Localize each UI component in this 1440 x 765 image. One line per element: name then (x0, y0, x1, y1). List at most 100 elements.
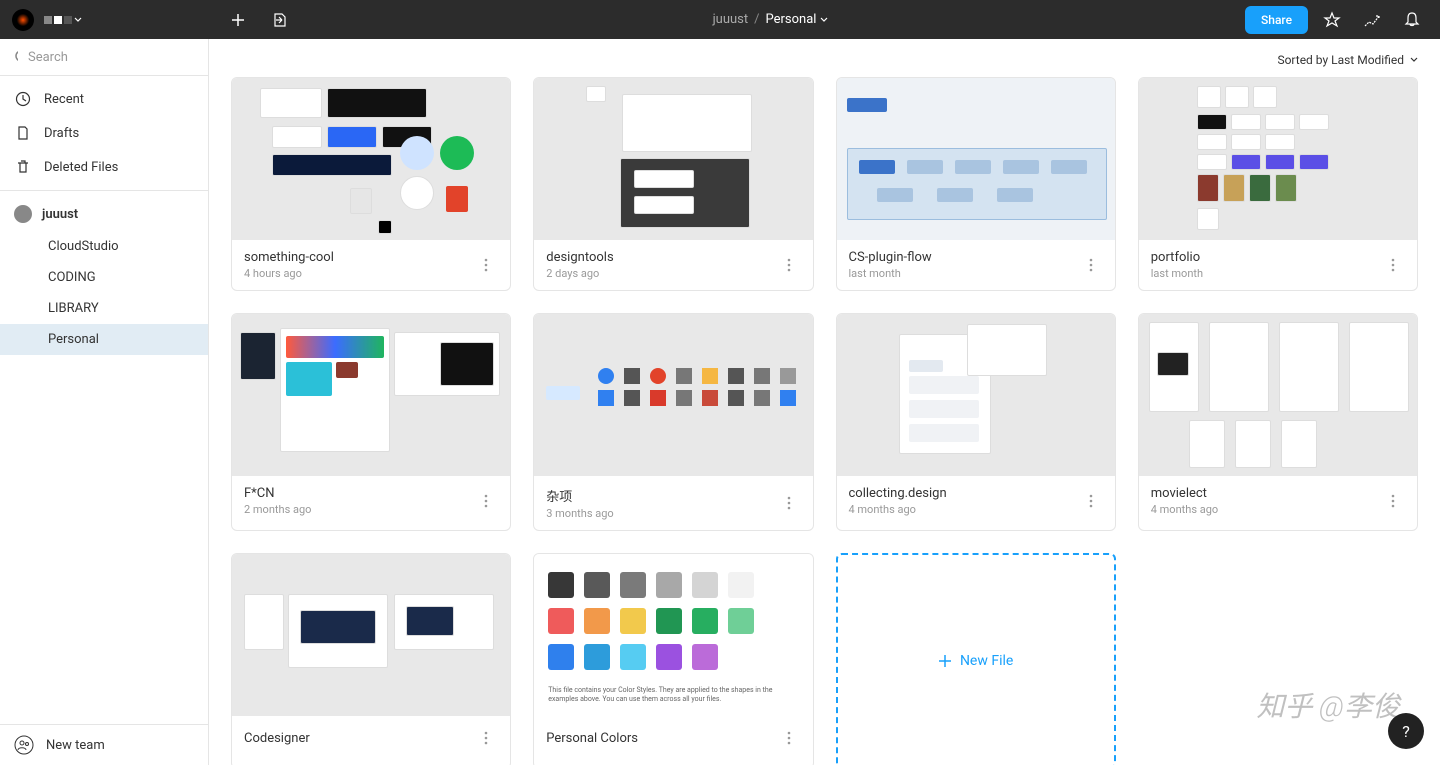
file-thumbnail (837, 78, 1115, 240)
nav-deleted-label: Deleted Files (44, 160, 118, 175)
notifications-button[interactable] (1396, 4, 1428, 36)
team-project-library[interactable]: LIBRARY (0, 293, 208, 324)
file-title: 杂项 (546, 486, 613, 505)
file-more-button[interactable] (474, 726, 498, 750)
help-button[interactable]: ? (1388, 713, 1424, 749)
file-more-button[interactable] (1079, 253, 1103, 277)
file-more-button[interactable] (474, 253, 498, 277)
file-more-button[interactable] (777, 726, 801, 750)
file-title: collecting.design (849, 486, 947, 501)
file-card[interactable]: collecting.design 4 months ago (836, 313, 1116, 531)
team-project-personal[interactable]: Personal (0, 324, 208, 355)
kebab-icon (787, 731, 791, 745)
kebab-icon (484, 731, 488, 745)
kebab-icon (1391, 494, 1395, 508)
file-thumbnail (534, 314, 812, 476)
activity-icon (1363, 11, 1381, 29)
file-more-button[interactable] (1381, 489, 1405, 513)
file-title: designtools (546, 250, 613, 265)
file-card[interactable]: movielect 4 months ago (1138, 313, 1418, 531)
file-title: F*CN (244, 486, 311, 501)
star-icon (1323, 11, 1341, 29)
favorite-button[interactable] (1316, 4, 1348, 36)
file-title: CS-plugin-flow (849, 250, 932, 265)
new-file-card[interactable]: New File (836, 553, 1116, 765)
new-team-button[interactable]: New team (0, 724, 208, 765)
kebab-icon (1089, 494, 1093, 508)
file-thumbnail (232, 554, 510, 716)
team-project-coding[interactable]: CODING (0, 262, 208, 293)
file-title: Personal Colors (546, 731, 638, 746)
nav-drafts[interactable]: Drafts (0, 116, 208, 150)
file-time: 2 months ago (244, 503, 311, 516)
file-card[interactable]: Codesigner (231, 553, 511, 765)
team-project-cloudstudio[interactable]: CloudStudio (0, 231, 208, 262)
file-thumbnail (232, 78, 510, 240)
file-time: last month (849, 267, 932, 280)
chevron-down-icon (1410, 56, 1418, 64)
sidebar: Recent Drafts Deleted Files juuust Cloud… (0, 39, 209, 765)
import-button[interactable] (264, 4, 296, 36)
file-card[interactable]: something-cool 4 hours ago (231, 77, 511, 291)
file-more-button[interactable] (1079, 489, 1103, 513)
team-dropdown[interactable] (44, 14, 82, 26)
file-grid: something-cool 4 hours ago des (209, 77, 1440, 765)
clock-icon (14, 90, 32, 108)
plus-icon (938, 654, 952, 668)
content-area: Sorted by Last Modified (209, 39, 1440, 765)
nav-drafts-label: Drafts (44, 126, 79, 141)
kebab-icon (1089, 258, 1093, 272)
team-avatar (14, 205, 32, 223)
import-icon (272, 12, 288, 28)
app-logo[interactable] (12, 9, 34, 31)
nav-deleted[interactable]: Deleted Files (0, 150, 208, 184)
file-more-button[interactable] (777, 491, 801, 515)
file-card[interactable]: CS-plugin-flow last month (836, 77, 1116, 291)
share-button[interactable]: Share (1245, 6, 1308, 34)
file-time: 4 months ago (1151, 503, 1218, 516)
file-thumbnail (232, 314, 510, 476)
file-thumbnail (1139, 314, 1417, 476)
search-input[interactable] (28, 50, 194, 65)
nav-recent[interactable]: Recent (0, 82, 208, 116)
file-thumbnail (837, 314, 1115, 476)
breadcrumb-current[interactable]: Personal (766, 12, 829, 27)
file-time: 3 months ago (546, 507, 613, 520)
file-more-button[interactable] (474, 489, 498, 513)
chevron-down-icon (74, 16, 82, 24)
file-card[interactable]: This file contains your Color Styles. Th… (533, 553, 813, 765)
file-more-button[interactable] (1381, 253, 1405, 277)
breadcrumb-current-label: Personal (766, 12, 817, 27)
file-card[interactable]: portfolio last month (1138, 77, 1418, 291)
file-card[interactable]: F*CN 2 months ago (231, 313, 511, 531)
colors-caption: This file contains your Color Styles. Th… (534, 684, 812, 712)
file-icon (14, 124, 32, 142)
chevron-down-icon (820, 16, 828, 24)
file-thumbnail: This file contains your Color Styles. Th… (534, 554, 812, 716)
kebab-icon (484, 494, 488, 508)
kebab-icon (484, 258, 488, 272)
file-title: movielect (1151, 486, 1218, 501)
search-wrap (0, 39, 208, 76)
new-file-button[interactable] (222, 4, 254, 36)
file-time: 4 months ago (849, 503, 947, 516)
trash-icon (14, 158, 32, 176)
breadcrumb-parent[interactable]: juuust (713, 12, 749, 27)
team-tiles-icon (44, 14, 72, 26)
file-time: 2 days ago (546, 267, 613, 280)
breadcrumb-separator: / (754, 12, 759, 27)
file-title: Codesigner (244, 731, 310, 746)
file-time: 4 hours ago (244, 267, 334, 280)
team-header[interactable]: juuust (0, 197, 208, 231)
search-icon (14, 49, 18, 65)
kebab-icon (787, 496, 791, 510)
file-card[interactable]: designtools 2 days ago (533, 77, 813, 291)
nav-recent-label: Recent (44, 92, 84, 107)
file-title: portfolio (1151, 250, 1203, 265)
file-more-button[interactable] (777, 253, 801, 277)
sort-dropdown[interactable]: Sorted by Last Modified (1277, 53, 1418, 67)
activity-button[interactable] (1356, 4, 1388, 36)
file-card[interactable]: 杂项 3 months ago (533, 313, 813, 531)
sort-label-text: Sorted by Last Modified (1277, 53, 1404, 67)
bell-icon (1403, 11, 1421, 29)
